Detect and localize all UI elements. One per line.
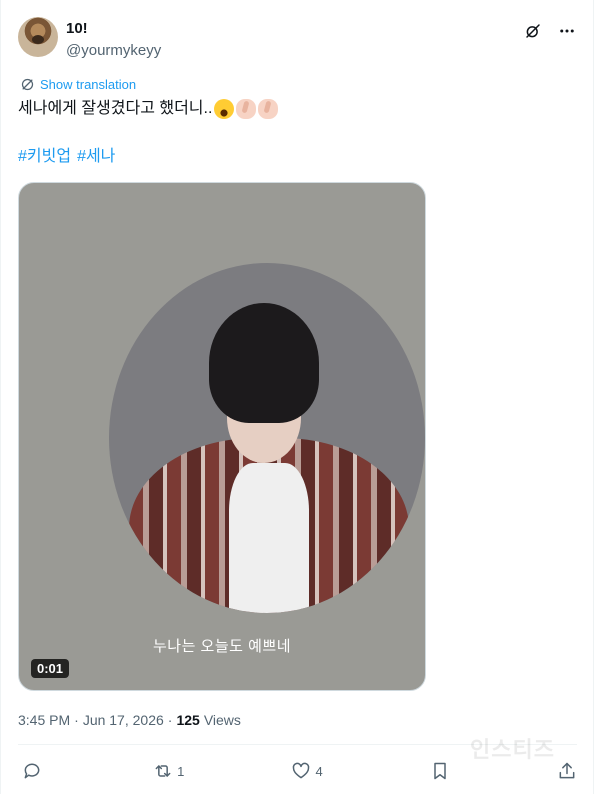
tweet-card: 10! @yourmykeyy Show translation 세나에게 잘생… bbox=[0, 0, 594, 794]
show-translation-link[interactable]: Show translation bbox=[20, 77, 136, 92]
avatar[interactable] bbox=[18, 17, 58, 57]
video-caption: 누나는 오늘도 예쁘네 bbox=[152, 638, 292, 655]
hair-figure bbox=[209, 303, 319, 423]
translate-icon bbox=[21, 78, 34, 91]
views-label: Views bbox=[203, 712, 241, 728]
hashtag-link[interactable]: #키빗업 bbox=[18, 146, 71, 168]
tweet-meta: 3:45 PM · Jun 17, 2026 · 125 Views bbox=[18, 712, 241, 728]
show-translation-label: Show translation bbox=[40, 77, 137, 92]
tweet-time[interactable]: 3:45 PM bbox=[18, 712, 70, 728]
more-icon[interactable] bbox=[557, 21, 577, 41]
tweet-text: 세나에게 잘생겼다고 했더니.. bbox=[18, 98, 279, 120]
heart-icon bbox=[293, 762, 310, 779]
retweet-count: 1 bbox=[177, 763, 185, 779]
hashtag-link[interactable]: #세나 bbox=[77, 146, 115, 168]
bookmark-icon bbox=[434, 762, 446, 780]
tweet-date[interactable]: Jun 17, 2026 bbox=[83, 712, 164, 728]
retweet-button[interactable]: 1 bbox=[153, 761, 184, 781]
grok-icon[interactable] bbox=[523, 21, 543, 41]
video-frame-circle bbox=[109, 263, 425, 613]
reply-icon bbox=[24, 763, 40, 779]
crossed-fingers-emoji-icon bbox=[236, 99, 257, 119]
user-handle[interactable]: @yourmykeyy bbox=[66, 41, 161, 60]
user-names: 10! @yourmykeyy bbox=[66, 17, 161, 60]
tweet-header: 10! @yourmykeyy bbox=[18, 17, 577, 61]
share-icon bbox=[559, 762, 575, 779]
crossed-fingers-emoji-icon-2 bbox=[258, 99, 279, 119]
share-button[interactable] bbox=[557, 761, 577, 781]
reply-button[interactable] bbox=[22, 761, 46, 781]
tweet-body: 세나에게 잘생겼다고 했더니.. bbox=[18, 100, 213, 117]
hashtags: #키빗업 #세나 bbox=[18, 146, 115, 168]
like-count: 4 bbox=[315, 763, 323, 779]
meta-separator: · bbox=[74, 712, 79, 728]
views-count: 125 bbox=[176, 712, 200, 728]
video-duration-badge: 0:01 bbox=[31, 659, 70, 678]
like-button[interactable]: 4 bbox=[291, 761, 323, 781]
video-player[interactable]: 누나는 오늘도 예쁘네 0:01 bbox=[18, 182, 426, 691]
bookmark-button[interactable] bbox=[430, 761, 450, 781]
surprised-face-emoji-icon bbox=[214, 99, 235, 119]
retweet-icon bbox=[155, 765, 171, 777]
header-actions bbox=[523, 21, 577, 41]
meta-separator: · bbox=[167, 712, 173, 728]
white-tee-figure bbox=[229, 463, 309, 613]
display-name[interactable]: 10! bbox=[66, 19, 161, 38]
watermark: 인스티즈 bbox=[470, 737, 555, 762]
